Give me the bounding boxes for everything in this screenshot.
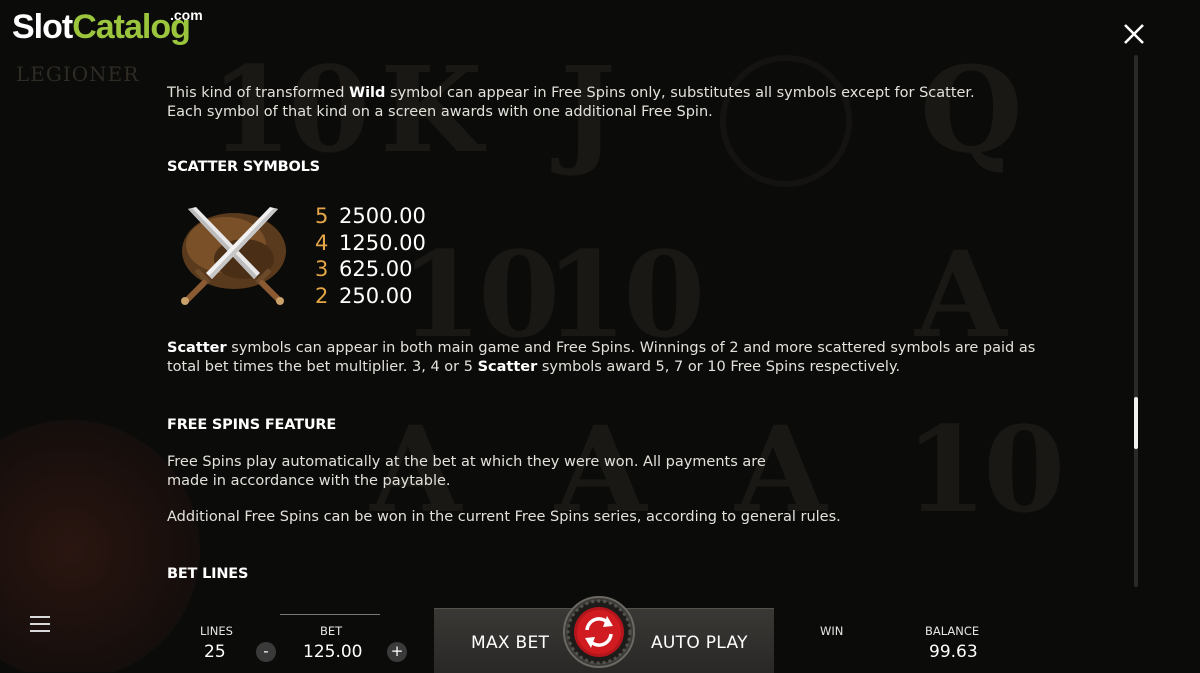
paytable-count: 3 [315,257,329,281]
lines-value: 25 [204,642,226,662]
max-bet-button[interactable]: MAX BET [471,633,549,653]
auto-play-button[interactable]: AUTO PLAY [651,633,748,653]
spin-arrows-icon [563,596,635,668]
bet-label: BET [320,624,343,638]
hamburger-menu-icon[interactable] [30,616,50,632]
scatter-heading: SCATTER SYMBOLS [167,159,320,175]
scatter-bold-1: Scatter [167,340,227,356]
paytable-row: 2 250.00 [315,283,426,310]
scatter-bold-2: Scatter [477,359,538,375]
paytable-row: 3 625.00 [315,256,426,283]
paytable-count: 2 [315,283,329,308]
bet-divider [280,614,380,615]
wild-description-line1: This kind of transformed Wild symbol can… [167,84,1067,103]
game-logo: LEGIONER [16,62,140,86]
wild-text-post: symbol can appear in Free Spins only, su… [385,85,975,101]
free-spins-para1-line2: made in accordance with the paytable. [167,473,451,489]
free-spins-heading: FREE SPINS FEATURE [167,417,337,433]
spin-button[interactable] [563,596,635,668]
logo-slot: Slot [12,8,73,46]
wild-text-pre: This kind of transformed [167,85,350,101]
bet-decrease-button[interactable]: - [256,642,276,662]
lines-label: LINES [200,624,233,638]
free-spins-para1-line1: Free Spins play automatically at the bet… [167,454,766,470]
close-icon[interactable] [1120,20,1148,48]
help-content: This kind of transformed Wild symbol can… [167,84,1067,584]
win-label: WIN [820,624,844,638]
wild-description-line2: Each symbol of that kind on a screen awa… [167,104,713,120]
paytable-value: 2500.00 [339,204,426,228]
paytable-value: 1250.00 [339,230,426,255]
crossed-swords-scatter-icon [174,203,290,307]
bottom-control-bar: LINES 25 - BET 125.00 + MAX BET AUTO PLA… [0,596,1200,673]
scatter-paytable: 5 2500.00 4 1250.00 3 625.00 2 250.00 [315,203,426,309]
paytable-count: 5 [315,204,329,228]
wild-text-bold: Wild [349,85,386,101]
paytable-value: 625.00 [339,257,413,281]
paytable-value: 250.00 [339,283,413,308]
paytable-row: 4 1250.00 [315,230,426,257]
scatter-description-line2: total bet times the bet multiplier. 3, 4… [167,358,1067,377]
free-spins-para2: Additional Free Spins can be won in the … [167,509,841,525]
scatter-text-3: symbols award 5, 7 or 10 Free Spins resp… [537,359,901,375]
scatter-text-2: total bet times the bet multiplier. 3, 4… [167,359,478,375]
bet-increase-button[interactable]: + [387,642,407,662]
scrollbar-thumb[interactable] [1134,397,1138,449]
logo-com: .com [170,7,203,23]
slotcatalog-logo: SlotCatalog .com [12,8,203,46]
balance-value: 99.63 [929,642,978,662]
paytable-row: 5 2500.00 [315,203,426,230]
bet-lines-heading: BET LINES [167,566,249,582]
paytable-count: 4 [315,230,329,255]
scatter-text-1: symbols can appear in both main game and… [226,340,1036,356]
bet-value: 125.00 [303,642,363,662]
scatter-spacer [167,177,1067,339]
scatter-description-line1: Scatter symbols can appear in both main … [167,339,1067,358]
balance-label: BALANCE [925,624,980,638]
scrollbar-track[interactable] [1134,55,1138,587]
